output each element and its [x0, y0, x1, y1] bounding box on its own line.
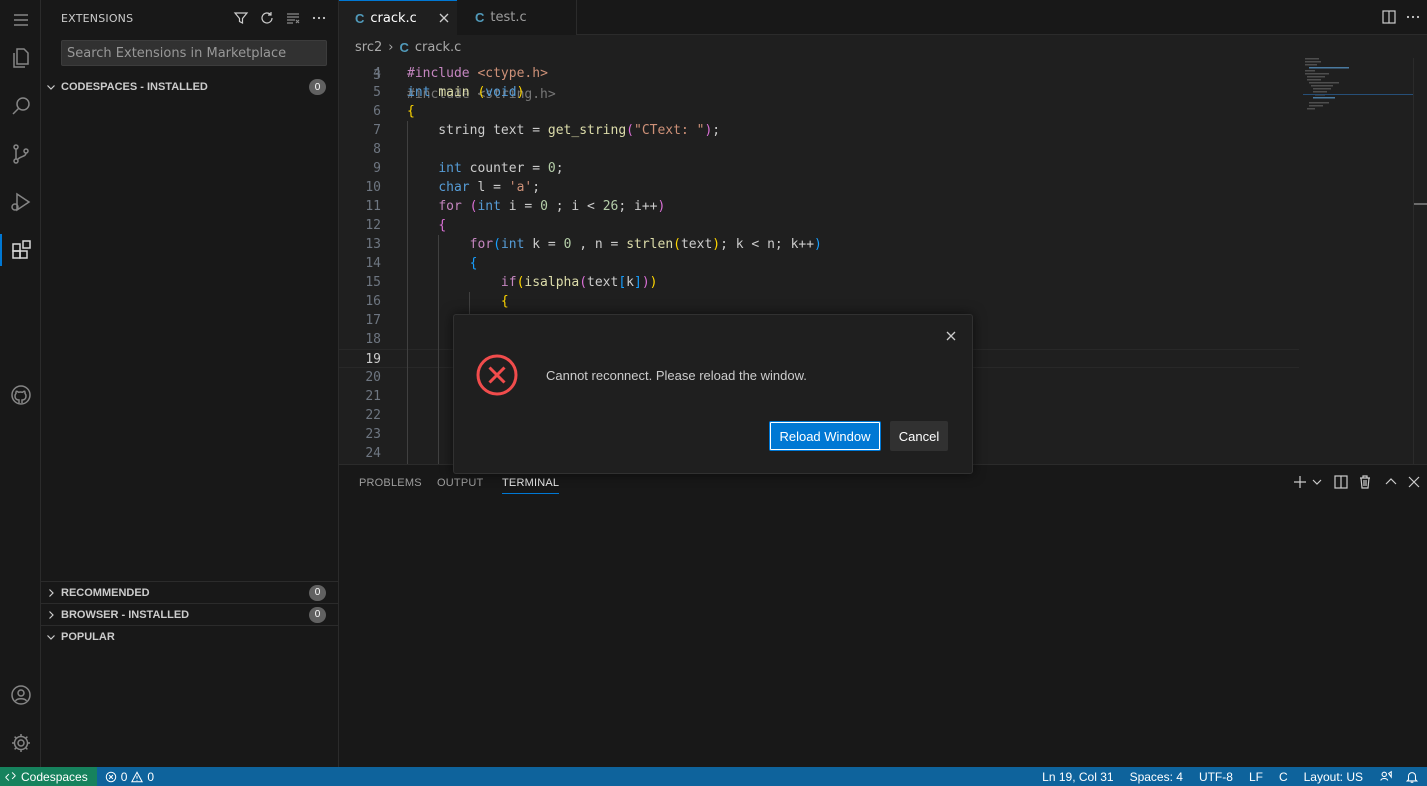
chevron-down-icon: [41, 631, 61, 643]
tab-label: test.c: [490, 10, 527, 25]
count-badge: 0: [309, 79, 326, 95]
split-editor-icon[interactable]: [1381, 9, 1397, 25]
section-browser-installed[interactable]: BROWSER - INSTALLED 0: [41, 603, 338, 625]
extensions-search-input[interactable]: [61, 40, 327, 66]
source-control-icon[interactable]: [0, 134, 41, 174]
more-actions-icon[interactable]: [1405, 9, 1421, 25]
section-codespaces-installed[interactable]: CODESPACES - INSTALLED 0: [41, 76, 338, 98]
section-recommended[interactable]: RECOMMENDED 0: [41, 581, 338, 603]
close-panel-icon[interactable]: [1406, 474, 1422, 490]
maximize-panel-icon[interactable]: [1383, 474, 1399, 490]
minimap[interactable]: [1303, 58, 1413, 464]
split-terminal-icon[interactable]: [1333, 474, 1349, 490]
section-popular[interactable]: POPULAR: [41, 625, 338, 647]
encoding[interactable]: UTF-8: [1193, 770, 1243, 784]
section-label: POPULAR: [61, 630, 115, 643]
c-file-icon: C: [475, 10, 485, 25]
dialog-message: Cannot reconnect. Please reload the wind…: [546, 368, 807, 383]
tab-terminal[interactable]: TERMINAL: [502, 477, 560, 494]
extensions-sidebar: EXTENSIONS CODESPACES - INSTALLED 0 RECO…: [41, 0, 339, 767]
code-line: 11 for (int i = 0 ; i < 26; i++): [365, 199, 666, 214]
reload-window-button[interactable]: Reload Window: [769, 421, 881, 451]
code-line: 6{: [373, 104, 415, 119]
chevron-down-icon: [41, 81, 61, 93]
new-terminal-icon[interactable]: [1292, 474, 1308, 490]
code-line: 5 int main (void): [373, 85, 525, 100]
code-line: 12 {: [365, 218, 447, 233]
indentation[interactable]: Spaces: 4: [1124, 770, 1193, 784]
language-mode[interactable]: C: [1273, 770, 1298, 784]
tab-label: crack.c: [370, 10, 417, 26]
code-line: 14 {: [365, 256, 478, 271]
error-count: 0: [120, 769, 128, 784]
tab-test-c[interactable]: C test.c: [457, 0, 577, 35]
menu-icon[interactable]: [0, 0, 41, 40]
code-line: 9 int counter = 0;: [373, 161, 564, 176]
settings-gear-icon[interactable]: [0, 723, 41, 763]
filter-icon[interactable]: [232, 9, 250, 27]
chevron-right-icon: ›: [388, 39, 394, 55]
chevron-right-icon: [41, 587, 61, 599]
sidebar-actions: [232, 9, 328, 27]
tab-crack-c[interactable]: C crack.c: [339, 0, 457, 35]
close-icon[interactable]: [942, 327, 960, 345]
code-line: 4 #include <ctype.h>: [373, 66, 548, 81]
bottom-panel: PROBLEMS OUTPUT TERMINAL: [339, 464, 1427, 767]
tab-problems[interactable]: PROBLEMS: [359, 477, 422, 489]
section-label: CODESPACES - INSTALLED: [61, 81, 208, 93]
warning-icon: [131, 770, 144, 782]
remote-indicator[interactable]: Codespaces: [0, 767, 97, 786]
trash-icon[interactable]: [1357, 474, 1373, 490]
indent-guide: [438, 235, 439, 464]
editor-tabs: C crack.c C test.c: [339, 0, 1427, 35]
count-badge: 0: [309, 584, 326, 601]
clear-icon[interactable]: [284, 9, 302, 27]
reconnect-dialog: Cannot reconnect. Please reload the wind…: [453, 314, 973, 474]
indent-guide: [407, 121, 408, 464]
breadcrumb-folder[interactable]: src2: [355, 40, 382, 55]
code-line: 16 {: [365, 294, 509, 309]
feedback-icon[interactable]: [1373, 770, 1399, 784]
close-icon[interactable]: [435, 9, 453, 27]
vertical-scrollbar[interactable]: [1413, 58, 1427, 464]
sidebar-title: EXTENSIONS: [61, 12, 134, 25]
c-file-icon: C: [355, 10, 365, 26]
cancel-button[interactable]: Cancel: [890, 421, 948, 451]
c-file-icon: C: [399, 39, 409, 55]
breadcrumb: src2 › C crack.c: [339, 36, 1427, 58]
status-bar: Codespaces 0 0 Ln 19, Col 31 Spaces: 4 U…: [0, 767, 1427, 786]
account-icon[interactable]: [0, 675, 41, 715]
run-debug-icon[interactable]: [0, 182, 41, 222]
chevron-down-icon[interactable]: [1309, 474, 1325, 490]
code-line: 13 for(int k = 0 , n = strlen(text); k <…: [365, 237, 822, 252]
count-badge: 0: [309, 606, 326, 623]
cursor-position[interactable]: Ln 19, Col 31: [1036, 770, 1123, 784]
error-icon: [476, 354, 518, 396]
search-icon[interactable]: [0, 86, 41, 126]
problems-status[interactable]: 0 0: [97, 770, 160, 784]
more-actions-icon[interactable]: [310, 9, 328, 27]
activity-bar: [0, 0, 41, 767]
code-line: 10 char l = 'a';: [365, 180, 541, 195]
code-line: 7 string text = get_string("CText: ");: [373, 123, 721, 138]
remote-icon: [5, 772, 16, 781]
end-of-line[interactable]: LF: [1243, 770, 1273, 784]
extensions-icon[interactable]: [0, 230, 41, 270]
tab-output[interactable]: OUTPUT: [437, 477, 483, 489]
section-label: BROWSER - INSTALLED: [61, 608, 190, 621]
chevron-right-icon: [41, 609, 61, 621]
keyboard-layout[interactable]: Layout: US: [1298, 770, 1373, 784]
breadcrumb-file[interactable]: crack.c: [415, 40, 461, 55]
github-icon[interactable]: [0, 375, 41, 415]
remote-label: Codespaces: [21, 769, 88, 784]
error-status-icon: [105, 771, 116, 782]
refresh-icon[interactable]: [258, 9, 276, 27]
notifications-bell-icon[interactable]: [1399, 770, 1427, 784]
code-line: 15 if(isalpha(text[k])): [365, 275, 658, 290]
warning-count: 0: [147, 769, 155, 784]
section-label: RECOMMENDED: [61, 586, 150, 599]
code-line: 8: [373, 142, 381, 157]
explorer-icon[interactable]: [0, 38, 41, 78]
